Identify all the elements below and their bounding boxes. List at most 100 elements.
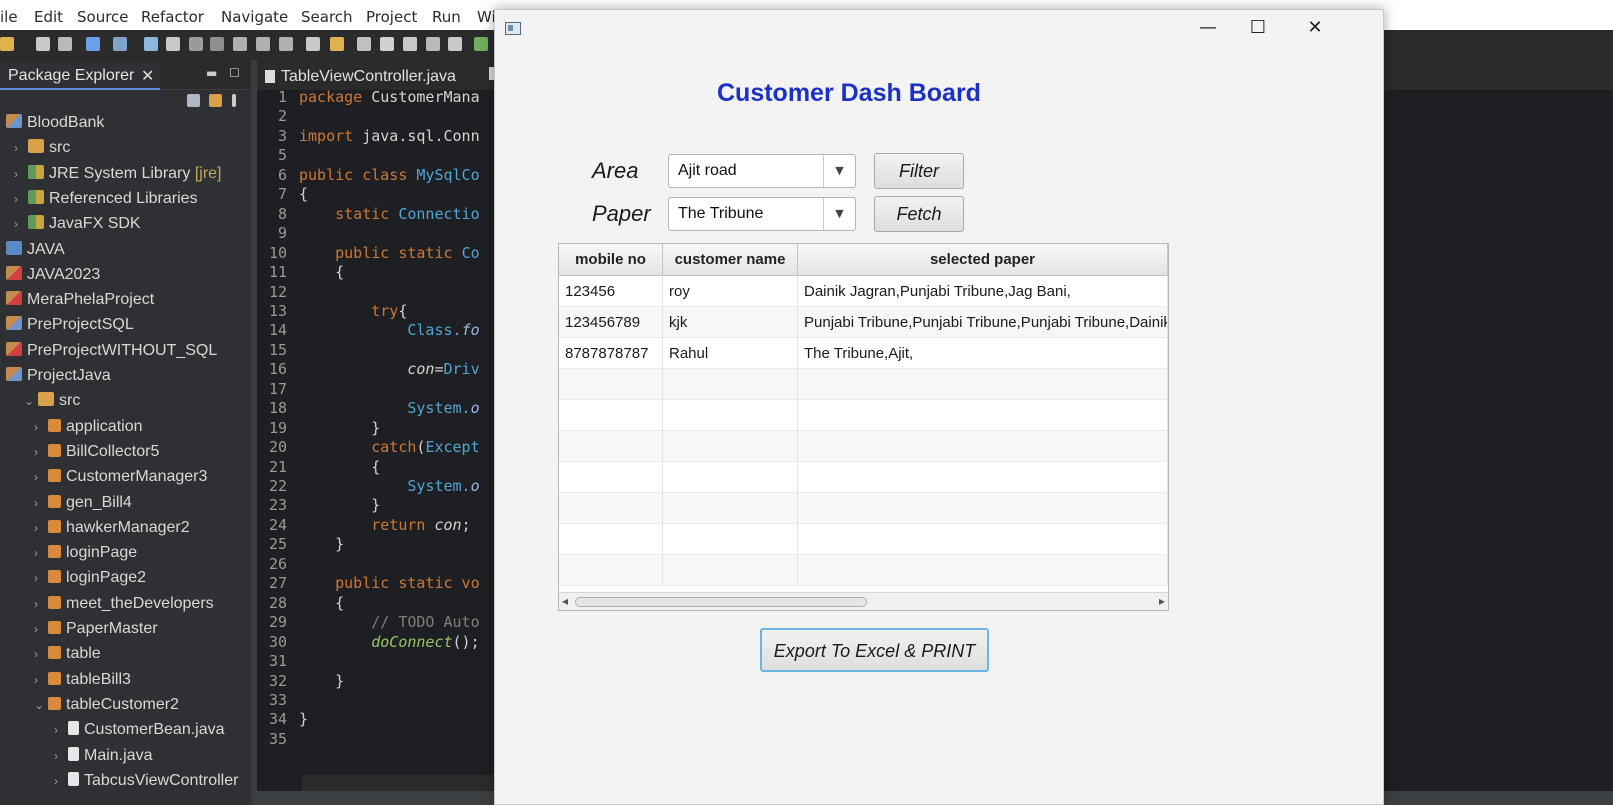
tree-item[interactable]: › meet_theDevelopers xyxy=(34,595,214,619)
fetch-button[interactable]: Fetch xyxy=(874,196,964,232)
tree-item[interactable]: JAVA2023 xyxy=(6,265,100,290)
scroll-right-icon[interactable]: ▸ xyxy=(1159,594,1165,608)
paper-combo[interactable]: The Tribune ▼ xyxy=(668,197,856,231)
menu-navigate[interactable]: Navigate xyxy=(221,8,288,26)
table-row[interactable] xyxy=(559,524,1168,555)
chevron-icon[interactable]: › xyxy=(14,217,28,231)
tree-item[interactable]: JAVA xyxy=(6,240,65,265)
menu-file[interactable]: ile xyxy=(0,8,18,26)
tree-item[interactable]: › table xyxy=(34,645,101,669)
editor-horizontal-scrollbar[interactable] xyxy=(302,775,512,791)
chevron-icon[interactable]: › xyxy=(34,546,48,560)
close-button[interactable]: ✕ xyxy=(1290,10,1340,46)
tree-item[interactable]: PreProjectSQL xyxy=(6,316,134,340)
tree-item[interactable]: › tableBill3 xyxy=(34,671,131,695)
menu-source[interactable]: Source xyxy=(77,8,129,26)
table-row[interactable]: 123456789 kjk Punjabi Tribune,Punjabi Trib… xyxy=(559,307,1168,338)
minimize-button[interactable]: — xyxy=(1183,10,1233,46)
show-whitespace-icon[interactable] xyxy=(448,37,462,51)
tree-item[interactable]: › JavaFX SDK xyxy=(14,215,141,239)
table-row[interactable]: 8787878787 Rahul The Tribune,Ajit, xyxy=(559,338,1168,369)
search-icon[interactable] xyxy=(403,37,417,51)
tree-item[interactable]: › BillCollector5 xyxy=(34,443,159,467)
tree-item[interactable]: › hawkerManager2 xyxy=(34,519,190,543)
chevron-icon[interactable]: › xyxy=(14,192,28,206)
menu-run[interactable]: Run xyxy=(432,8,461,26)
column-header-mobile[interactable]: mobile no xyxy=(559,244,663,276)
column-header-customer-name[interactable]: customer name xyxy=(663,244,798,276)
menu-refactor[interactable]: Refactor xyxy=(141,8,204,26)
chevron-icon[interactable]: › xyxy=(34,673,48,687)
chevron-down-icon[interactable]: ▼ xyxy=(823,155,855,187)
table-row[interactable]: 123456 roy Dainik Jagran,Punjabi Tribune,J… xyxy=(559,276,1168,307)
open-type-icon[interactable] xyxy=(357,37,371,51)
chevron-icon[interactable]: › xyxy=(14,167,28,181)
toggle-icon[interactable] xyxy=(86,37,100,51)
chevron-icon[interactable]: › xyxy=(34,420,48,434)
scroll-left-icon[interactable]: ◂ xyxy=(562,594,568,608)
run-icon[interactable] xyxy=(474,37,488,51)
tree-item[interactable]: › CustomerManager3 xyxy=(34,468,207,492)
chevron-down-icon[interactable]: ▼ xyxy=(823,198,855,230)
column-header-selected-paper[interactable]: selected paper xyxy=(798,244,1168,276)
tree-item[interactable]: › gen_Bill4 xyxy=(34,494,132,518)
view-menu-icon[interactable] xyxy=(232,94,236,107)
new-icon[interactable] xyxy=(0,37,14,51)
table-row[interactable] xyxy=(559,369,1168,400)
chevron-icon[interactable]: › xyxy=(34,571,48,585)
table-row[interactable] xyxy=(559,555,1168,586)
terminate-icon[interactable] xyxy=(189,37,203,51)
menu-project[interactable]: Project xyxy=(366,8,417,26)
scrollbar-thumb[interactable] xyxy=(575,597,867,607)
tree-item[interactable]: BloodBank xyxy=(6,114,104,138)
table-row[interactable] xyxy=(559,462,1168,493)
tree-item[interactable]: › application xyxy=(34,418,143,442)
table-row[interactable] xyxy=(559,431,1168,462)
tree-item[interactable]: › JRE System Library [jre] xyxy=(14,164,222,189)
table-row[interactable] xyxy=(559,493,1168,524)
disconnect-icon[interactable] xyxy=(210,37,224,51)
chevron-icon[interactable]: › xyxy=(34,597,48,611)
tree-item[interactable]: › Referenced Libraries xyxy=(14,189,198,214)
suspend-icon[interactable] xyxy=(166,37,180,51)
chevron-icon[interactable]: › xyxy=(54,774,68,788)
tree-item[interactable]: › PaperMaster xyxy=(34,620,158,644)
menu-edit[interactable]: Edit xyxy=(34,8,63,26)
collapse-all-icon[interactable] xyxy=(187,94,200,107)
tree-item[interactable]: PreProjectWITHOUT_SQL xyxy=(6,341,217,366)
tab-tableviewcontroller[interactable]: TableViewController.java xyxy=(257,62,464,90)
chevron-icon[interactable]: › xyxy=(34,521,48,535)
chevron-icon[interactable]: ⌄ xyxy=(24,394,38,408)
chevron-icon[interactable]: › xyxy=(34,470,48,484)
maximize-icon[interactable]: ☐ xyxy=(229,66,240,80)
mark-occurrences-icon[interactable] xyxy=(426,37,440,51)
step-return-icon[interactable] xyxy=(279,37,293,51)
edit-icon[interactable] xyxy=(380,37,394,51)
link-with-editor-icon[interactable] xyxy=(209,94,222,107)
maximize-button[interactable]: ☐ xyxy=(1233,10,1283,46)
save-all-icon[interactable] xyxy=(58,37,72,51)
filter-button[interactable]: Filter xyxy=(874,153,964,189)
drop-frame-icon[interactable] xyxy=(306,37,320,51)
skip-breakpoints-icon[interactable] xyxy=(113,37,127,51)
use-step-filters-icon[interactable] xyxy=(330,37,344,51)
table-horizontal-scrollbar[interactable]: ◂ ▸ xyxy=(559,592,1168,610)
chevron-icon[interactable]: ⌄ xyxy=(34,698,48,712)
tree-item[interactable]: › TabcusViewController xyxy=(54,771,238,796)
chevron-icon[interactable]: › xyxy=(34,496,48,510)
resume-icon[interactable] xyxy=(144,37,158,51)
chevron-icon[interactable]: › xyxy=(14,141,28,155)
tree-item[interactable]: › loginPage2 xyxy=(34,569,146,593)
save-icon[interactable] xyxy=(36,37,50,51)
chevron-icon[interactable]: › xyxy=(34,647,48,661)
tree-item[interactable]: › src xyxy=(14,139,70,163)
chevron-icon[interactable]: › xyxy=(54,723,68,737)
chevron-icon[interactable]: › xyxy=(34,445,48,459)
chevron-icon[interactable]: › xyxy=(54,749,68,763)
tree-item[interactable]: ProjectJava xyxy=(6,367,111,391)
chevron-icon[interactable]: › xyxy=(34,622,48,636)
tree-item[interactable]: › Main.java xyxy=(54,746,152,771)
menu-search[interactable]: Search xyxy=(301,8,353,26)
tree-item[interactable]: › loginPage xyxy=(34,544,137,568)
area-combo[interactable]: Ajit road ▼ xyxy=(668,154,856,188)
